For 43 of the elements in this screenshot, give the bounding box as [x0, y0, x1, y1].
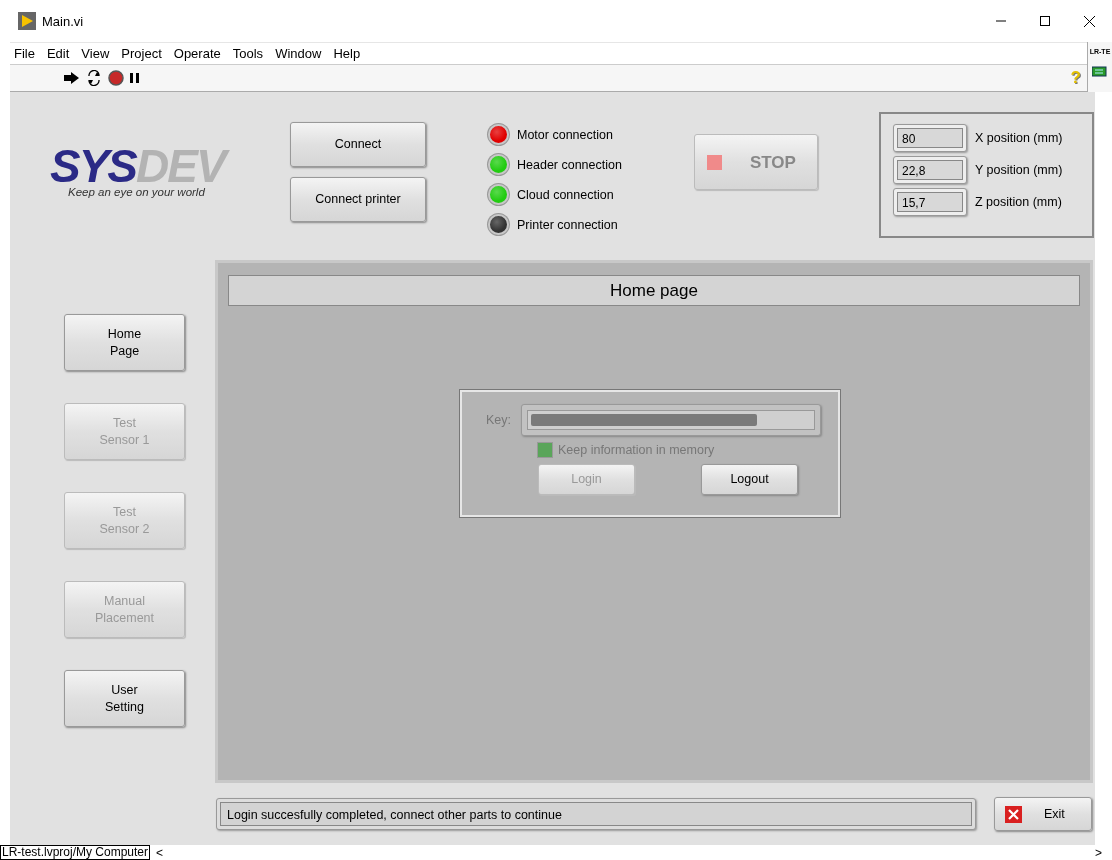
checkbox-label: Keep information in memory: [558, 443, 715, 457]
position-label: X position (mm): [975, 131, 1063, 145]
menu-item[interactable]: Operate: [173, 46, 221, 61]
window-title: Main.vi: [42, 13, 85, 29]
abort-icon[interactable]: [108, 70, 124, 86]
run-arrow-icon[interactable]: [62, 71, 80, 85]
menu-item[interactable]: Project: [121, 46, 162, 61]
indicator-label: Header connection: [517, 157, 622, 172]
nav-button[interactable]: User Setting: [64, 670, 185, 727]
exit-button[interactable]: Exit: [994, 797, 1092, 831]
indicator-label: Printer connection: [517, 217, 618, 232]
position-field: 80: [893, 124, 967, 152]
close-icon[interactable]: [1084, 15, 1095, 27]
close-icon: [1005, 805, 1022, 823]
connect-button[interactable]: Connect printer: [290, 177, 426, 222]
position-label: Y position (mm): [975, 163, 1063, 177]
connector-pane-icon: [1092, 65, 1108, 77]
indicator-label: Cloud connection: [517, 187, 614, 202]
maximize-icon[interactable]: [1040, 15, 1050, 26]
scroll-left-arrow[interactable]: <: [156, 845, 164, 860]
menu-item[interactable]: Help: [333, 46, 361, 61]
indicator-label: Motor connection: [517, 127, 613, 142]
run-continuously-icon[interactable]: [86, 70, 102, 86]
app-icon: [18, 12, 36, 30]
menu-item[interactable]: Window: [275, 46, 322, 61]
status-message-field: Login succesfully completed, connect other parts to continue: [216, 798, 976, 830]
scroll-right-arrow[interactable]: >: [1095, 845, 1102, 860]
project-path: LR-test.lvproj/My Computer: [0, 845, 151, 860]
menu-item[interactable]: File: [14, 46, 35, 61]
menu-item[interactable]: View: [81, 46, 110, 61]
key-label: Key:: [486, 413, 511, 427]
company-logo: SYSDEV: [50, 146, 260, 186]
nav-button[interactable]: Home Page: [64, 314, 185, 371]
pause-icon[interactable]: [130, 72, 140, 84]
position-field: 22,8: [893, 156, 967, 184]
menu-item[interactable]: Edit: [46, 46, 70, 61]
menu-item[interactable]: Tools: [232, 46, 264, 61]
key-field[interactable]: [521, 404, 821, 436]
logo-tagline: Keep an eye on your world: [68, 186, 206, 198]
position-field: 15,7: [893, 188, 967, 216]
position-label: Z position (mm): [975, 195, 1062, 209]
page-title: Home page: [228, 275, 1080, 306]
connect-button[interactable]: Connect: [290, 122, 426, 167]
